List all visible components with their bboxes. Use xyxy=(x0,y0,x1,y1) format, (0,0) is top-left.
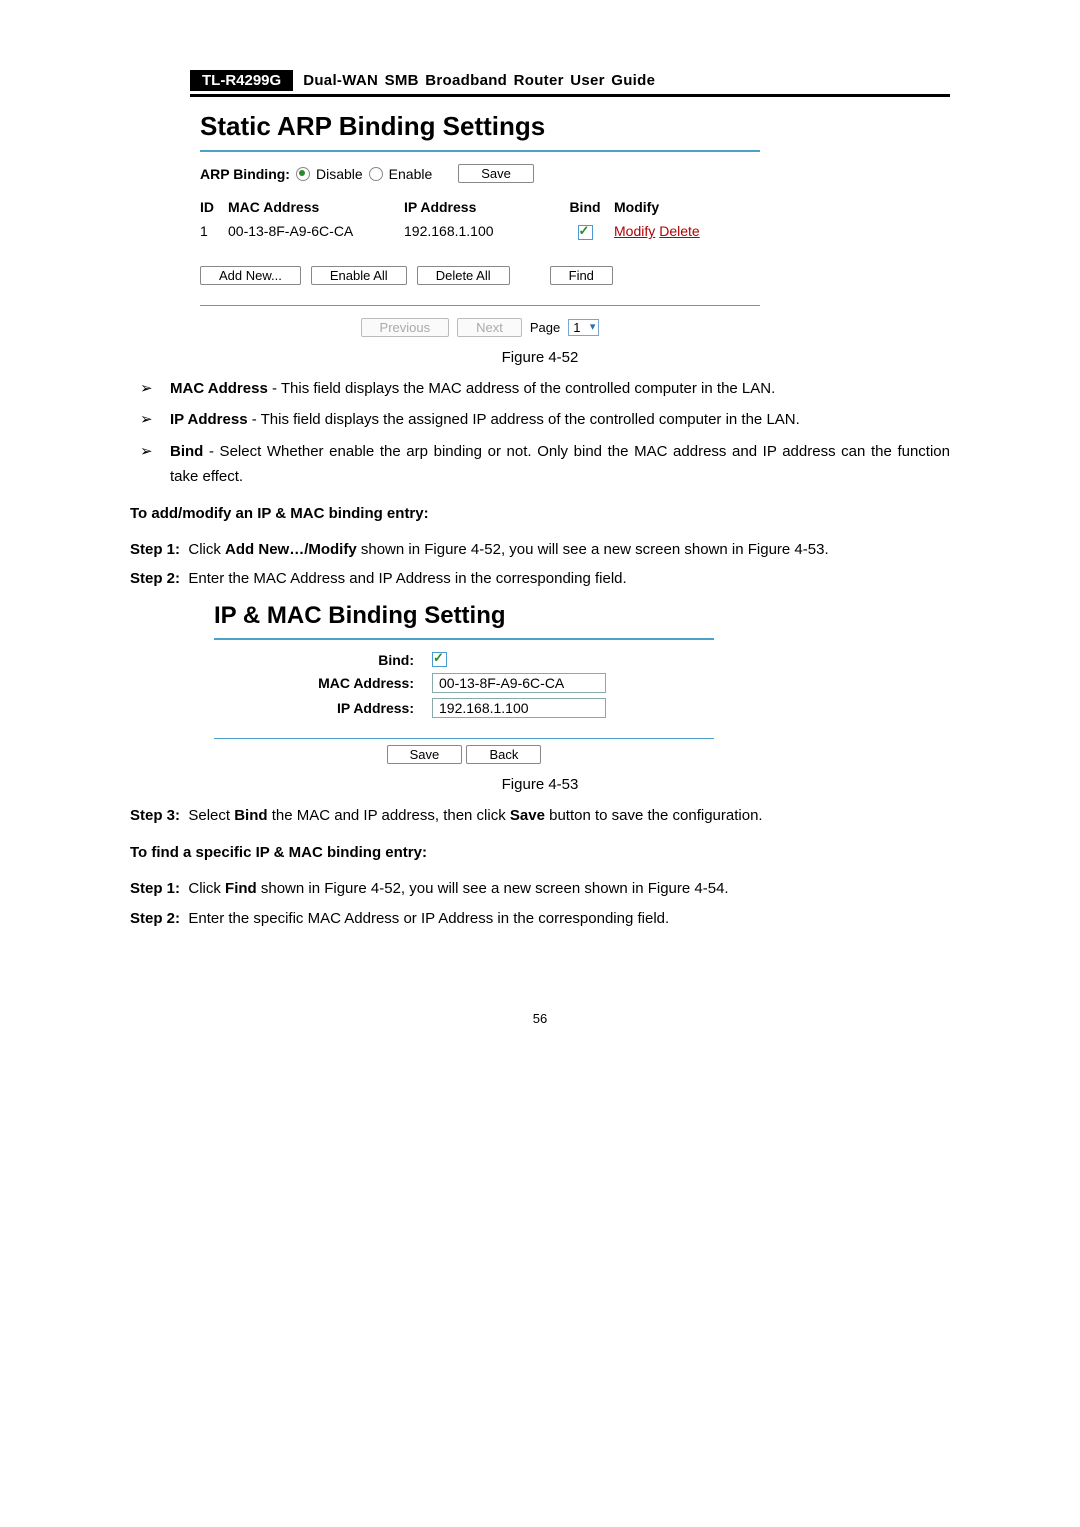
previous-button[interactable]: Previous xyxy=(361,318,450,337)
list-item: MAC Address - This field displays the MA… xyxy=(140,376,950,402)
cell-mac: 00-13-8F-A9-6C-CA xyxy=(228,223,404,239)
col-mac-header: MAC Address xyxy=(228,199,404,215)
product-model: TL-R4299G xyxy=(190,70,293,91)
divider xyxy=(200,305,760,306)
back-button[interactable]: Back xyxy=(466,745,541,764)
field-descriptions: MAC Address - This field displays the MA… xyxy=(130,376,950,490)
bind-checkbox[interactable] xyxy=(578,225,593,240)
list-item: Bind - Select Whether enable the arp bin… xyxy=(140,439,950,490)
ip-label: IP Address: xyxy=(214,700,432,716)
static-arp-panel: Static ARP Binding Settings ARP Binding:… xyxy=(200,111,760,337)
term: MAC Address xyxy=(170,380,268,397)
find-step-1: Step 1: Click Find shown in Figure 4-52,… xyxy=(130,876,950,902)
add-new-button[interactable]: Add New... xyxy=(200,266,301,285)
section-find: To find a specific IP & MAC binding entr… xyxy=(130,844,950,861)
col-ip-header: IP Address xyxy=(404,199,556,215)
desc: - Select Whether enable the arp binding … xyxy=(170,443,950,486)
divider xyxy=(200,150,760,152)
bind-label: Bind: xyxy=(214,652,432,668)
doc-title: Dual-WAN SMB Broadband Router User Guide xyxy=(303,72,655,89)
col-modify-header: Modify xyxy=(614,199,659,215)
enable-all-button[interactable]: Enable All xyxy=(311,266,407,285)
page-label: Page xyxy=(530,320,560,335)
step-1: Step 1: Click Add New…/Modify shown in F… xyxy=(130,537,950,563)
modify-link[interactable]: Modify xyxy=(614,223,655,239)
delete-link[interactable]: Delete xyxy=(659,223,699,239)
delete-all-button[interactable]: Delete All xyxy=(417,266,510,285)
find-button[interactable]: Find xyxy=(550,266,613,285)
divider xyxy=(214,638,714,640)
arp-binding-label: ARP Binding: xyxy=(200,166,290,182)
save-button[interactable]: Save xyxy=(458,164,534,183)
bind-checkbox[interactable] xyxy=(432,652,447,667)
find-step-2: Step 2: Enter the specific MAC Address o… xyxy=(130,906,950,932)
mac-input[interactable]: 00-13-8F-A9-6C-CA xyxy=(432,673,606,693)
term: Bind xyxy=(170,443,203,460)
save-button[interactable]: Save xyxy=(387,745,463,764)
radio-disable[interactable] xyxy=(296,167,310,181)
radio-enable-label: Enable xyxy=(389,166,433,182)
cell-ip: 192.168.1.100 xyxy=(404,223,556,239)
cell-id: 1 xyxy=(200,223,228,239)
panel-title: IP & MAC Binding Setting xyxy=(214,602,714,630)
panel-title: Static ARP Binding Settings xyxy=(200,111,760,142)
page-select[interactable]: 1 xyxy=(568,319,599,336)
doc-header: TL-R4299G Dual-WAN SMB Broadband Router … xyxy=(190,70,950,97)
step-2: Step 2: Enter the MAC Address and IP Add… xyxy=(130,566,950,592)
col-bind-header: Bind xyxy=(556,199,614,215)
desc: - This field displays the assigned IP ad… xyxy=(248,411,800,428)
step-3: Step 3: Select Bind the MAC and IP addre… xyxy=(130,803,950,829)
figure-caption-1: Figure 4-52 xyxy=(130,349,950,366)
divider xyxy=(214,738,714,739)
desc: - This field displays the MAC address of… xyxy=(268,380,775,397)
table-row: 1 00-13-8F-A9-6C-CA 192.168.1.100 Modify… xyxy=(200,223,760,240)
radio-disable-label: Disable xyxy=(316,166,363,182)
radio-enable[interactable] xyxy=(369,167,383,181)
term: IP Address xyxy=(170,411,248,428)
figure-caption-2: Figure 4-53 xyxy=(130,776,950,793)
section-add-modify: To add/modify an IP & MAC binding entry: xyxy=(130,505,950,522)
next-button[interactable]: Next xyxy=(457,318,522,337)
ip-mac-binding-panel: IP & MAC Binding Setting Bind: MAC Addre… xyxy=(214,602,714,764)
ip-input[interactable]: 192.168.1.100 xyxy=(432,698,606,718)
page-number: 56 xyxy=(130,1011,950,1026)
mac-label: MAC Address: xyxy=(214,675,432,691)
list-item: IP Address - This field displays the ass… xyxy=(140,407,950,433)
col-id-header: ID xyxy=(200,199,228,215)
